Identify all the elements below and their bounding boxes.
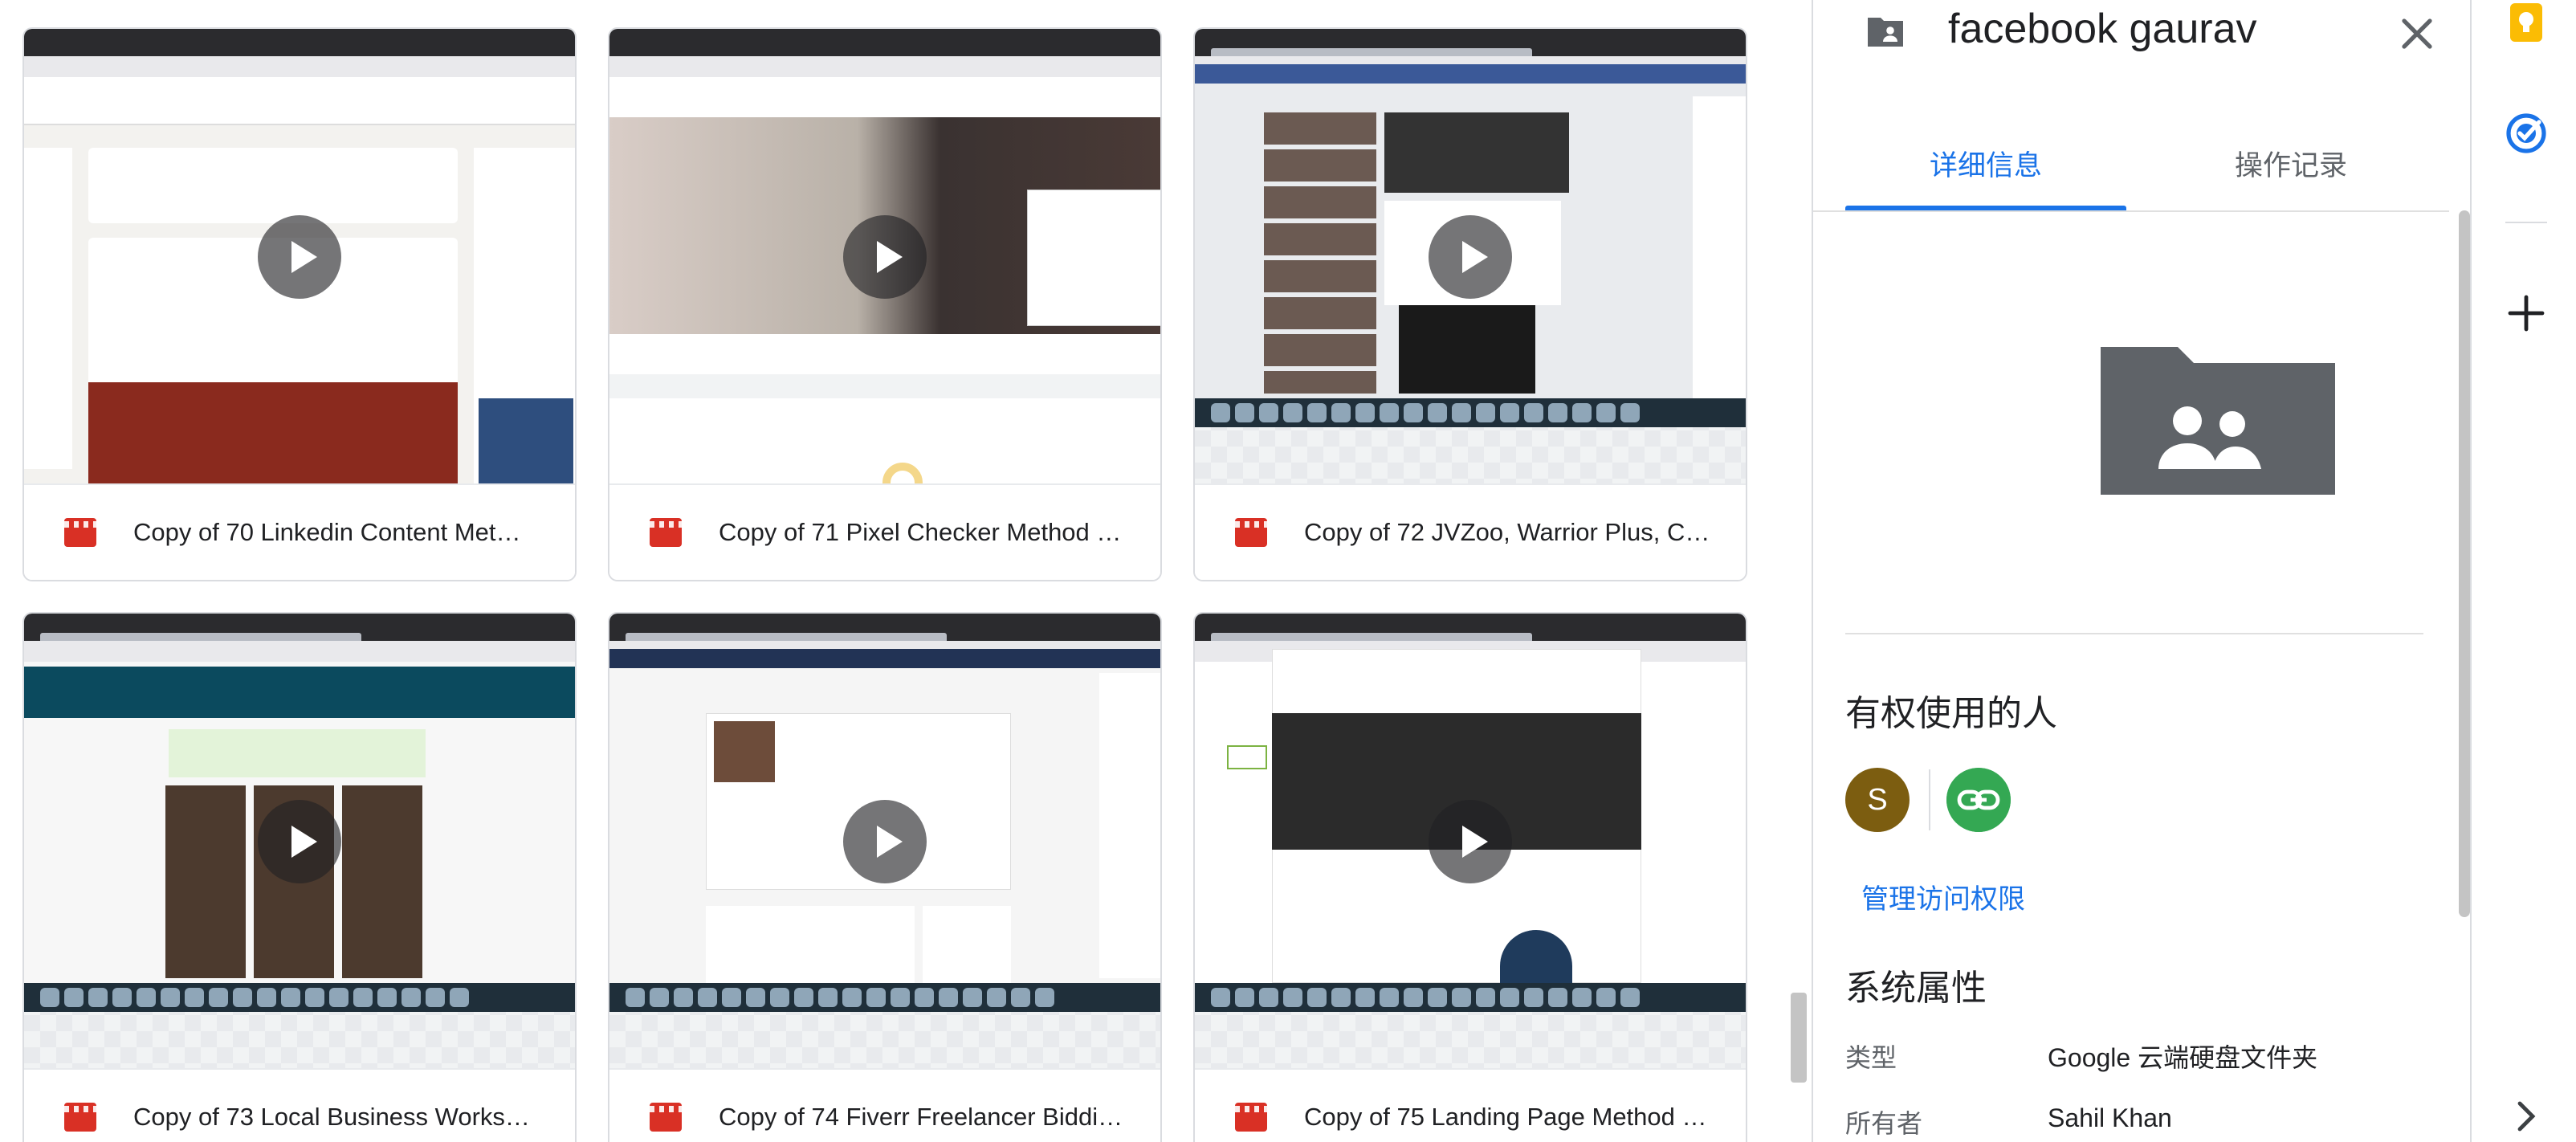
panel-title: facebook gaurav bbox=[1948, 6, 2257, 52]
play-icon[interactable] bbox=[258, 215, 341, 299]
video-file-icon bbox=[1235, 518, 1267, 547]
avatar-divider bbox=[1929, 769, 1930, 830]
tab-activity-label: 操作记录 bbox=[2234, 150, 2347, 181]
tab-activity[interactable]: 操作记录 bbox=[2150, 120, 2431, 212]
video-thumbnail bbox=[24, 29, 575, 485]
file-card-footer[interactable]: Copy of 75 Landing Page Method … bbox=[1195, 1068, 1746, 1142]
property-key: 所有者 bbox=[1845, 1109, 1923, 1138]
side-rail bbox=[2473, 0, 2576, 1142]
video-file-icon bbox=[64, 518, 96, 547]
link-icon[interactable] bbox=[1946, 768, 2011, 832]
add-icon[interactable] bbox=[2505, 292, 2547, 334]
details-panel: facebook gaurav 详细信息 操作记录 有权使用的人 S 管理访问权… bbox=[1812, 0, 2472, 1142]
panel-scrollbar[interactable] bbox=[2456, 210, 2473, 1142]
close-icon[interactable] bbox=[2395, 11, 2439, 56]
avatar[interactable]: S bbox=[1845, 768, 1910, 832]
video-file-icon bbox=[650, 518, 682, 547]
panel-scrollbar-thumb[interactable] bbox=[2459, 210, 2470, 917]
video-thumbnail bbox=[24, 614, 575, 1070]
play-icon[interactable] bbox=[843, 800, 927, 883]
manage-access-link[interactable]: 管理访问权限 bbox=[1861, 877, 2025, 916]
file-card[interactable]: Copy of 72 JVZoo, Warrior Plus, C… bbox=[1193, 27, 1747, 581]
video-file-icon bbox=[650, 1103, 682, 1132]
video-thumbnail bbox=[1195, 614, 1746, 1070]
file-title: Copy of 75 Landing Page Method … bbox=[1304, 1103, 1707, 1131]
folder-shared-icon bbox=[1868, 18, 1903, 47]
system-properties-heading: 系统属性 bbox=[1845, 969, 1987, 1008]
video-thumbnail bbox=[609, 614, 1160, 1070]
file-title: Copy of 70 Linkedin Content Met… bbox=[133, 518, 521, 546]
property-key: 类型 bbox=[1845, 1043, 1897, 1072]
video-thumbnail bbox=[1195, 29, 1746, 485]
grid-scrollbar[interactable] bbox=[1791, 993, 1807, 1083]
file-card[interactable]: Copy of 70 Linkedin Content Met… bbox=[22, 27, 577, 581]
play-icon[interactable] bbox=[1429, 800, 1512, 883]
play-icon[interactable] bbox=[1429, 215, 1512, 299]
play-icon[interactable] bbox=[258, 800, 341, 883]
rail-divider bbox=[2505, 222, 2547, 223]
tab-details[interactable]: 详细信息 bbox=[1845, 120, 2126, 212]
file-card[interactable]: Copy of 73 Local Business Works… bbox=[22, 612, 577, 1142]
file-card-footer[interactable]: Copy of 73 Local Business Works… bbox=[24, 1068, 575, 1142]
file-card-footer[interactable]: Copy of 74 Fiverr Freelancer Biddi… bbox=[609, 1068, 1160, 1142]
file-title: Copy of 74 Fiverr Freelancer Biddi… bbox=[719, 1103, 1123, 1131]
tab-details-label: 详细信息 bbox=[1929, 150, 2042, 181]
file-card-footer[interactable]: Copy of 71 Pixel Checker Method … bbox=[609, 483, 1160, 580]
file-title: Copy of 73 Local Business Works… bbox=[133, 1103, 530, 1131]
file-grid: Copy of 70 Linkedin Content Met… Copy of… bbox=[22, 27, 1747, 1142]
file-card-footer[interactable]: Copy of 70 Linkedin Content Met… bbox=[24, 483, 575, 580]
keep-icon[interactable] bbox=[2505, 2, 2547, 43]
access-heading: 有权使用的人 bbox=[1845, 694, 2057, 733]
video-file-icon bbox=[64, 1103, 96, 1132]
shared-folder-preview-icon bbox=[2101, 347, 2335, 495]
tab-divider bbox=[1813, 210, 2449, 212]
file-card[interactable]: Copy of 71 Pixel Checker Method … bbox=[608, 27, 1162, 581]
file-card-footer[interactable]: Copy of 72 JVZoo, Warrior Plus, C… bbox=[1195, 483, 1746, 580]
video-file-icon bbox=[1235, 1103, 1267, 1132]
tasks-icon[interactable] bbox=[2505, 112, 2547, 154]
file-title: Copy of 71 Pixel Checker Method … bbox=[719, 518, 1122, 546]
property-value: Google 云端硬盘文件夹 bbox=[2048, 1043, 2318, 1072]
video-thumbnail bbox=[609, 29, 1160, 485]
section-divider bbox=[1845, 633, 2423, 634]
property-value: Sahil Khan bbox=[2048, 1103, 2172, 1132]
file-card[interactable]: Copy of 75 Landing Page Method … bbox=[1193, 612, 1747, 1142]
file-card[interactable]: Copy of 74 Fiverr Freelancer Biddi… bbox=[608, 612, 1162, 1142]
chevron-right-icon[interactable] bbox=[2505, 1095, 2547, 1137]
file-title: Copy of 72 JVZoo, Warrior Plus, C… bbox=[1304, 518, 1710, 546]
panel-header: facebook gaurav bbox=[1813, 0, 2470, 67]
play-icon[interactable] bbox=[843, 215, 927, 299]
